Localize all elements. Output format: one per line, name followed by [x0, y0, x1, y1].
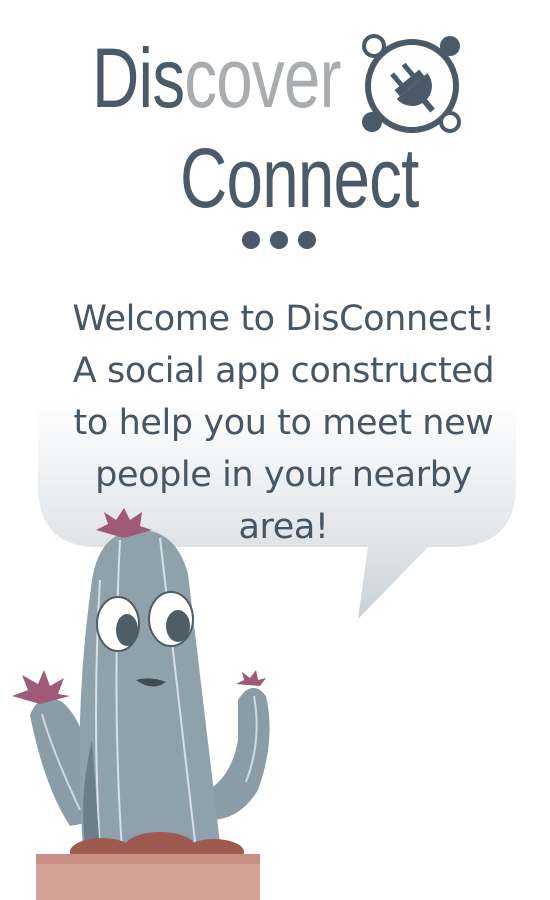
welcome-line: people in your nearby: [95, 455, 472, 495]
logo-cover: cover: [184, 31, 341, 125]
plug-icon: [362, 34, 461, 133]
dot: [242, 231, 260, 249]
logo: Discover Connect: [0, 0, 550, 260]
logo-connect-text: Connect: [180, 131, 419, 225]
logo-dis: Dis: [92, 31, 185, 125]
dot: [298, 231, 316, 249]
cactus-mascot-icon: [12, 508, 270, 900]
logo-discover-text: Discover: [92, 36, 341, 120]
welcome-line: to help you to meet new: [73, 403, 494, 443]
welcome-line: Welcome to DisConnect!: [72, 299, 495, 339]
welcome-line: A social app constructed: [72, 351, 495, 391]
page-indicator-dots: [242, 231, 316, 249]
dot: [270, 231, 288, 249]
